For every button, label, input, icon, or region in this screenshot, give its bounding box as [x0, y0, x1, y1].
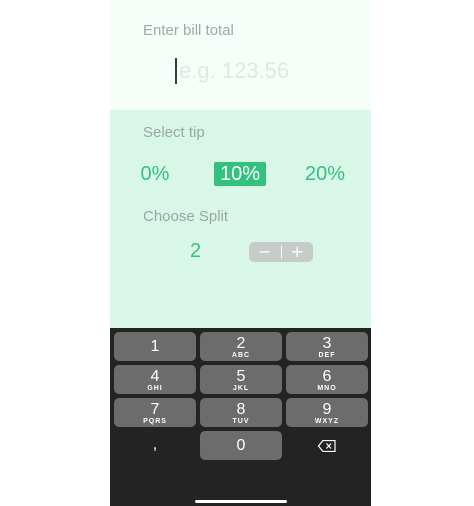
- split-increment-button[interactable]: +: [282, 242, 314, 262]
- key-digit: 8: [236, 401, 246, 418]
- home-indicator: [195, 500, 287, 503]
- key-4[interactable]: 4 GHI: [114, 365, 196, 394]
- key-letters: TUV: [232, 418, 250, 425]
- key-3[interactable]: 3 DEF: [286, 332, 368, 361]
- key-0[interactable]: 0: [200, 431, 282, 460]
- comma-key[interactable]: ,: [114, 431, 196, 460]
- bill-input-container[interactable]: [173, 56, 353, 88]
- key-9[interactable]: 9 WXYZ: [286, 398, 368, 427]
- key-6[interactable]: 6 MNO: [286, 365, 368, 394]
- tip-section: Select tip 0% 10% 20% Choose Split 2 − +: [110, 110, 371, 328]
- key-digit: 5: [236, 368, 246, 385]
- tip-label: Select tip: [143, 124, 205, 141]
- tip-option-10-selected[interactable]: 10%: [214, 162, 266, 186]
- key-digit: 2: [236, 335, 246, 352]
- bill-input[interactable]: [179, 56, 349, 86]
- key-letters: GHI: [147, 385, 163, 392]
- key-letters: JKL: [232, 385, 250, 392]
- key-digit: 6: [322, 368, 332, 385]
- key-1[interactable]: 1: [114, 332, 196, 361]
- phone-screen: Enter bill total Select tip 0% 10% 20% C…: [110, 0, 371, 506]
- key-digit: 7: [150, 401, 160, 418]
- split-decrement-button[interactable]: −: [249, 242, 281, 262]
- key-5[interactable]: 5 JKL: [200, 365, 282, 394]
- key-letters: MNO: [317, 385, 337, 392]
- split-value: 2: [190, 240, 202, 262]
- backspace-icon: [318, 440, 336, 452]
- bill-label: Enter bill total: [143, 22, 234, 39]
- tip-option-0[interactable]: 0%: [132, 162, 178, 186]
- key-digit: 3: [322, 335, 332, 352]
- text-cursor: [175, 58, 177, 84]
- key-letters: WXYZ: [314, 418, 340, 425]
- key-digit: 9: [322, 401, 332, 418]
- key-digit: 4: [150, 368, 160, 385]
- key-letters: PQRS: [143, 418, 167, 425]
- comma-symbol: ,: [152, 436, 158, 453]
- numeric-keyboard: 1 2 ABC 3 DEF 4 GHI 5 JKL 6 MNO 7 PQRS 8…: [110, 328, 371, 506]
- key-8[interactable]: 8 TUV: [200, 398, 282, 427]
- split-stepper: − +: [249, 242, 313, 262]
- key-2[interactable]: 2 ABC: [200, 332, 282, 361]
- bill-section: Enter bill total: [110, 0, 371, 110]
- backspace-key[interactable]: [286, 431, 368, 460]
- key-letters: DEF: [318, 352, 336, 359]
- key-digit: 1: [150, 338, 160, 355]
- key-digit: 0: [236, 437, 246, 454]
- key-7[interactable]: 7 PQRS: [114, 398, 196, 427]
- tip-option-20[interactable]: 20%: [298, 162, 352, 186]
- split-label: Choose Split: [143, 208, 229, 225]
- key-letters: ABC: [231, 352, 251, 359]
